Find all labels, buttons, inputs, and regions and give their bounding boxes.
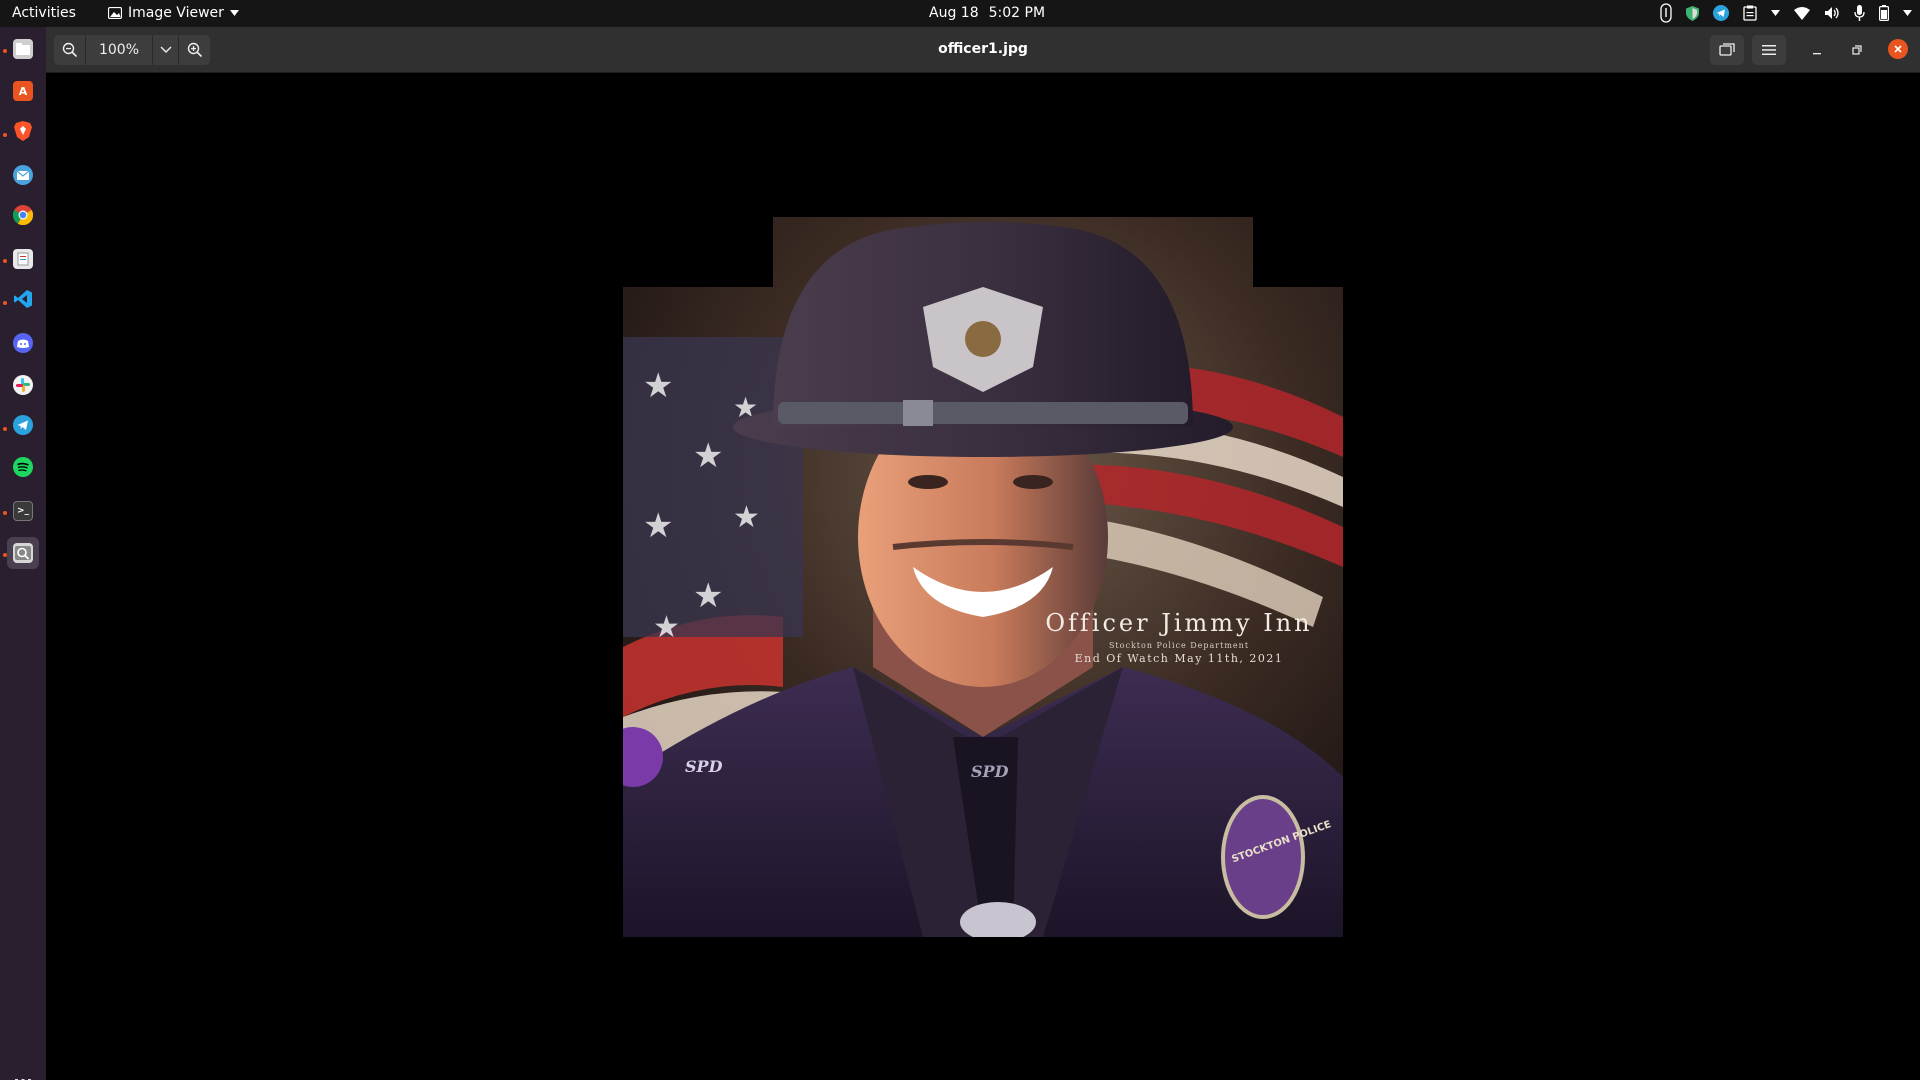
files-icon xyxy=(13,39,33,59)
dock-telegram[interactable] xyxy=(7,411,39,443)
clock[interactable]: Aug 18 5:02 PM xyxy=(929,5,1045,21)
window-title: officer1.jpg xyxy=(938,41,1028,57)
document-icon xyxy=(13,249,33,269)
clock-date: Aug 18 xyxy=(929,5,979,21)
header-bar: 100% officer1.jpg xyxy=(46,27,1920,73)
svg-text:★: ★ xyxy=(693,576,723,616)
dock-vscode[interactable] xyxy=(7,285,39,317)
brave-icon xyxy=(14,121,32,145)
dock-slack[interactable] xyxy=(7,369,39,401)
close-icon xyxy=(1894,45,1902,53)
system-tray xyxy=(1660,3,1912,23)
end-of-watch: End Of Watch May 11th, 2021 xyxy=(1074,652,1284,665)
hamburger-icon xyxy=(1762,45,1776,55)
svg-text:★: ★ xyxy=(643,506,673,546)
telegram-tray-icon[interactable] xyxy=(1713,5,1729,21)
power-menu-caret-icon[interactable] xyxy=(1903,10,1912,16)
dock-app-center[interactable]: A xyxy=(7,75,39,107)
close-button[interactable] xyxy=(1888,39,1908,59)
app-center-icon: A xyxy=(13,81,33,101)
shoulder-lettering-left: SPD xyxy=(685,757,723,776)
restore-icon xyxy=(1852,45,1862,55)
microphone-icon[interactable] xyxy=(1854,5,1865,21)
dock-terminal[interactable]: >_ xyxy=(7,495,39,527)
dock: A >_ xyxy=(0,27,46,1080)
minimize-icon xyxy=(1813,53,1821,55)
minimize-button[interactable] xyxy=(1808,41,1826,59)
department-name: Stockton Police Department xyxy=(1108,641,1250,650)
wifi-icon[interactable] xyxy=(1794,6,1810,20)
app-menu-label: Image Viewer xyxy=(128,5,224,21)
top-bar: Activities Image Viewer Aug 18 5:02 PM xyxy=(0,0,1920,27)
memorial-caption: Officer Jimmy Inn Stockton Police Depart… xyxy=(1023,609,1335,665)
dock-discord[interactable] xyxy=(7,327,39,359)
shield-icon[interactable] xyxy=(1686,5,1699,21)
svg-text:★: ★ xyxy=(653,610,680,645)
svg-text:★: ★ xyxy=(643,366,673,406)
dock-spotify[interactable] xyxy=(7,453,39,485)
image-viewer-dock-icon xyxy=(13,543,33,563)
image-canvas[interactable]: ★ ★ ★ ★ ★ ★ ★ SPD SPD STOCKTON POLICE Of… xyxy=(46,74,1920,1080)
officer-photo: ★ ★ ★ ★ ★ ★ ★ SPD SPD STOCKTON POLICE Of… xyxy=(623,217,1343,937)
officer-name: Officer Jimmy Inn xyxy=(1045,609,1313,637)
mail-icon xyxy=(13,165,33,185)
telegram-icon xyxy=(13,415,33,439)
discord-icon xyxy=(13,333,33,353)
shoulder-lettering-right: SPD xyxy=(971,762,1009,781)
caret-down-icon[interactable] xyxy=(1771,10,1780,16)
officer-portrait-image: ★ ★ ★ ★ ★ ★ ★ SPD SPD STOCKTON POLICE xyxy=(623,217,1343,937)
dock-files[interactable] xyxy=(7,33,39,65)
fullscreen-button[interactable] xyxy=(1710,35,1744,65)
dock-image-viewer[interactable] xyxy=(7,537,39,569)
restore-button[interactable] xyxy=(1848,41,1866,59)
image-viewer-icon xyxy=(108,7,122,19)
activities-button[interactable]: Activities xyxy=(12,5,76,21)
caret-down-icon xyxy=(229,10,239,16)
slack-icon xyxy=(13,375,33,395)
app-menu[interactable]: Image Viewer xyxy=(108,5,239,21)
spotify-icon xyxy=(13,457,33,481)
battery-icon[interactable] xyxy=(1879,5,1889,21)
chrome-icon xyxy=(12,205,34,229)
dock-chrome[interactable] xyxy=(7,201,39,233)
volume-icon[interactable] xyxy=(1824,6,1840,20)
dock-document[interactable] xyxy=(7,243,39,275)
dock-brave[interactable] xyxy=(7,117,39,149)
accessibility-icon[interactable] xyxy=(1660,3,1672,23)
svg-text:★: ★ xyxy=(733,500,760,535)
terminal-icon: >_ xyxy=(13,501,33,521)
clipboard-icon[interactable] xyxy=(1743,5,1757,21)
svg-text:★: ★ xyxy=(693,436,723,476)
fullscreen-icon xyxy=(1719,43,1735,56)
main-menu-button[interactable] xyxy=(1752,35,1786,65)
vscode-icon xyxy=(13,289,33,313)
dock-mail[interactable] xyxy=(7,159,39,191)
clock-time: 5:02 PM xyxy=(988,5,1046,21)
